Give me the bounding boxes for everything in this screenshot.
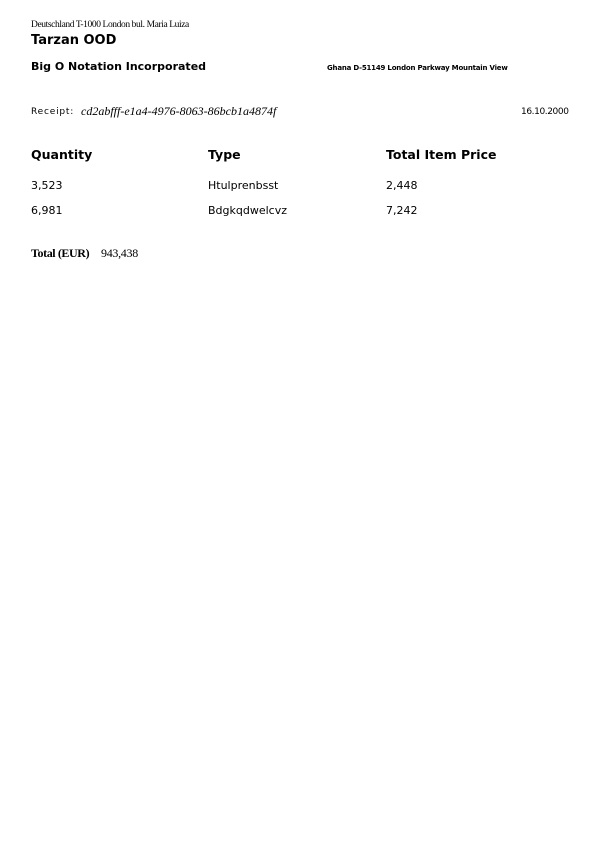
cell-quantity: 3,523 — [31, 179, 63, 192]
cell-type: Bdgkqdwelcvz — [208, 204, 287, 217]
recipient-name: Big O Notation Incorporated — [31, 60, 207, 73]
receipt-date: 16.10.2000 — [521, 107, 569, 117]
header-quantity: Quantity — [31, 147, 93, 162]
sender-name: Tarzan OOD — [31, 33, 117, 48]
cell-quantity: 6,981 — [31, 204, 63, 217]
receipt-label: Receipt: — [31, 107, 75, 117]
header-type: Type — [208, 147, 241, 162]
total-value: 943,438 — [101, 246, 138, 260]
cell-price: 2,448 — [386, 179, 418, 192]
cell-price: 7,242 — [386, 204, 418, 217]
cell-type: Htulprenbsst — [208, 179, 279, 192]
recipient-address: Ghana D-51149 London Parkway Mountain Vi… — [327, 64, 508, 72]
receipt-id: cd2abfff-e1a4-4976-8063-86bcb1a4874f — [81, 104, 277, 118]
total-label: Total (EUR) — [31, 246, 90, 260]
header-total-item-price: Total Item Price — [386, 147, 497, 162]
sender-address: Deutschland T-1000 London bul. Maria Lui… — [31, 20, 189, 30]
